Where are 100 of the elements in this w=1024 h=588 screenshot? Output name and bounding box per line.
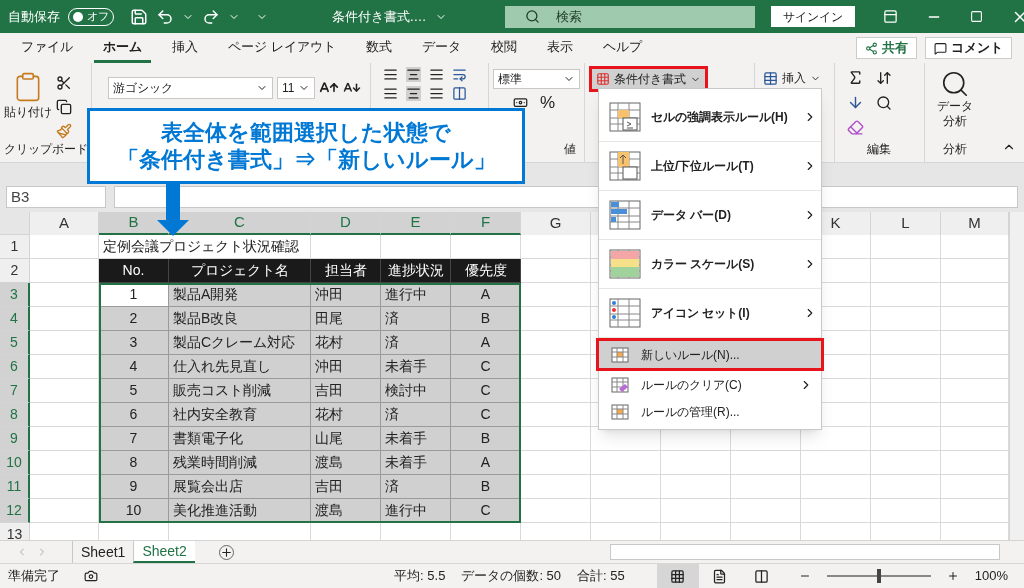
ribbon-tab[interactable]: データ — [412, 33, 470, 63]
row-header[interactable]: 9 — [0, 427, 30, 451]
table-cell[interactable]: B — [451, 427, 521, 451]
table-cell[interactable]: 未着手 — [381, 427, 451, 451]
align-top-icon[interactable] — [383, 67, 398, 82]
column-header[interactable]: A — [30, 212, 99, 235]
table-cell[interactable]: 製品A開発 — [169, 283, 311, 307]
row-header[interactable]: 8 — [0, 403, 30, 427]
table-cell[interactable]: A — [451, 331, 521, 355]
table-cell[interactable]: 残業時間削減 — [169, 451, 311, 475]
table-cell[interactable]: 渡島 — [311, 451, 381, 475]
zoom-in-icon[interactable] — [946, 570, 959, 582]
maximize-icon[interactable] — [969, 10, 983, 23]
sort-filter-icon[interactable] — [876, 69, 892, 86]
horizontal-scrollbar[interactable] — [610, 544, 1000, 560]
row-header[interactable]: 6 — [0, 355, 30, 379]
table-cell[interactable]: 済 — [381, 331, 451, 355]
column-header[interactable]: G — [521, 212, 591, 235]
table-cell[interactable]: 3 — [99, 331, 169, 355]
table-cell[interactable]: 販売コスト削減 — [169, 379, 311, 403]
column-header[interactable]: M — [941, 212, 1009, 235]
table-cell[interactable]: 沖田 — [311, 355, 381, 379]
table-cell[interactable]: 4 — [99, 355, 169, 379]
percent-button[interactable]: % — [540, 93, 556, 111]
font-size-field[interactable]: 11 — [277, 77, 315, 99]
table-cell[interactable]: 進行中 — [381, 499, 451, 523]
view-button[interactable] — [656, 563, 699, 588]
table-cell[interactable]: 済 — [381, 403, 451, 427]
align-middle-icon[interactable] — [406, 67, 421, 82]
table-cell[interactable]: C — [451, 355, 521, 379]
table-cell[interactable]: 製品B改良 — [169, 307, 311, 331]
clear-icon[interactable] — [847, 119, 864, 136]
table-cell[interactable]: B — [451, 475, 521, 499]
table-cell[interactable]: 5 — [99, 379, 169, 403]
font-name-field[interactable]: 游ゴシック — [108, 77, 273, 99]
copy-icon[interactable] — [56, 99, 72, 115]
row-header[interactable]: 3 — [0, 283, 30, 307]
cut-icon[interactable] — [56, 75, 72, 91]
table-cell[interactable]: 沖田 — [311, 283, 381, 307]
column-header[interactable]: D — [311, 212, 381, 235]
table-cell[interactable]: 7 — [99, 427, 169, 451]
table-cell[interactable]: 仕入れ先見直し — [169, 355, 311, 379]
row-header[interactable]: 13 — [0, 523, 30, 540]
table-cell[interactable]: 花村 — [311, 403, 381, 427]
table-cell[interactable]: 山尾 — [311, 427, 381, 451]
table-cell[interactable]: 美化推進活動 — [169, 499, 311, 523]
table-cell[interactable]: 花村 — [311, 331, 381, 355]
redo-icon[interactable] — [202, 7, 220, 26]
row-header[interactable]: 4 — [0, 307, 30, 331]
menu-item[interactable]: ルールのクリア(C) — [599, 371, 821, 398]
share-button[interactable]: 共有 — [856, 37, 917, 59]
undo-icon[interactable] — [156, 7, 174, 26]
table-cell[interactable]: 田尾 — [311, 307, 381, 331]
fill-icon[interactable] — [847, 94, 864, 111]
table-cell[interactable]: 渡島 — [311, 499, 381, 523]
name-box[interactable]: B3 — [6, 186, 106, 208]
align-left-icon[interactable] — [383, 86, 398, 101]
number-format-field[interactable]: 標準 — [493, 69, 580, 89]
row-header[interactable]: 12 — [0, 499, 30, 523]
table-cell[interactable]: 吉田 — [311, 379, 381, 403]
table-cell[interactable]: 2 — [99, 307, 169, 331]
align-center-icon[interactable] — [406, 86, 421, 101]
align-right-icon[interactable] — [429, 86, 444, 101]
table-cell[interactable]: 製品Cクレーム対応 — [169, 331, 311, 355]
format-painter-icon[interactable] — [56, 123, 72, 139]
column-header[interactable]: L — [871, 212, 941, 235]
macro-record-icon[interactable] — [84, 569, 98, 583]
vertical-scrollbar[interactable] — [1009, 212, 1024, 540]
signin-button[interactable]: サインイン — [770, 6, 855, 27]
menu-item[interactable]: カラー スケール(S) — [599, 240, 821, 289]
table-cell[interactable]: 済 — [381, 475, 451, 499]
row-header[interactable]: 10 — [0, 451, 30, 475]
ribbon-tab[interactable]: 数式 — [356, 33, 401, 63]
ribbon-tab[interactable]: 挿入 — [163, 33, 207, 63]
search-icon[interactable] — [876, 94, 892, 111]
ribbon-tab[interactable]: ファイル — [12, 33, 82, 63]
row-header[interactable]: 1 — [0, 235, 30, 259]
menu-item[interactable]: セルの強調表示ルール(H) — [599, 93, 821, 142]
column-header[interactable]: B — [99, 212, 169, 235]
table-cell[interactable]: C — [451, 403, 521, 427]
column-header[interactable]: F — [451, 212, 521, 235]
table-cell[interactable]: 未着手 — [381, 355, 451, 379]
menu-item[interactable]: 新しいルール(N)... — [599, 341, 821, 368]
ribbon-tab[interactable]: ページ レイアウト — [219, 33, 345, 63]
row-header[interactable]: 5 — [0, 331, 30, 355]
document-title[interactable]: 条件付き書式.… — [332, 6, 447, 27]
data-analysis-button[interactable]: データ 分析 — [937, 69, 973, 129]
table-cell[interactable]: 未着手 — [381, 451, 451, 475]
menu-item[interactable]: ルールの管理(R)... — [599, 398, 821, 425]
table-cell[interactable]: 8 — [99, 451, 169, 475]
sheet-tab[interactable]: Sheet2 — [133, 541, 195, 563]
comments-button[interactable]: コメント — [925, 37, 1012, 59]
table-cell[interactable]: B — [451, 307, 521, 331]
table-cell[interactable]: 9 — [99, 475, 169, 499]
table-cell[interactable]: 進行中 — [381, 283, 451, 307]
column-header[interactable]: E — [381, 212, 451, 235]
zoom-thumb[interactable] — [876, 569, 881, 583]
merge-icon[interactable] — [452, 86, 467, 101]
table-cell[interactable]: 展覧会出店 — [169, 475, 311, 499]
menu-item[interactable]: データ バー(D) — [599, 191, 821, 240]
